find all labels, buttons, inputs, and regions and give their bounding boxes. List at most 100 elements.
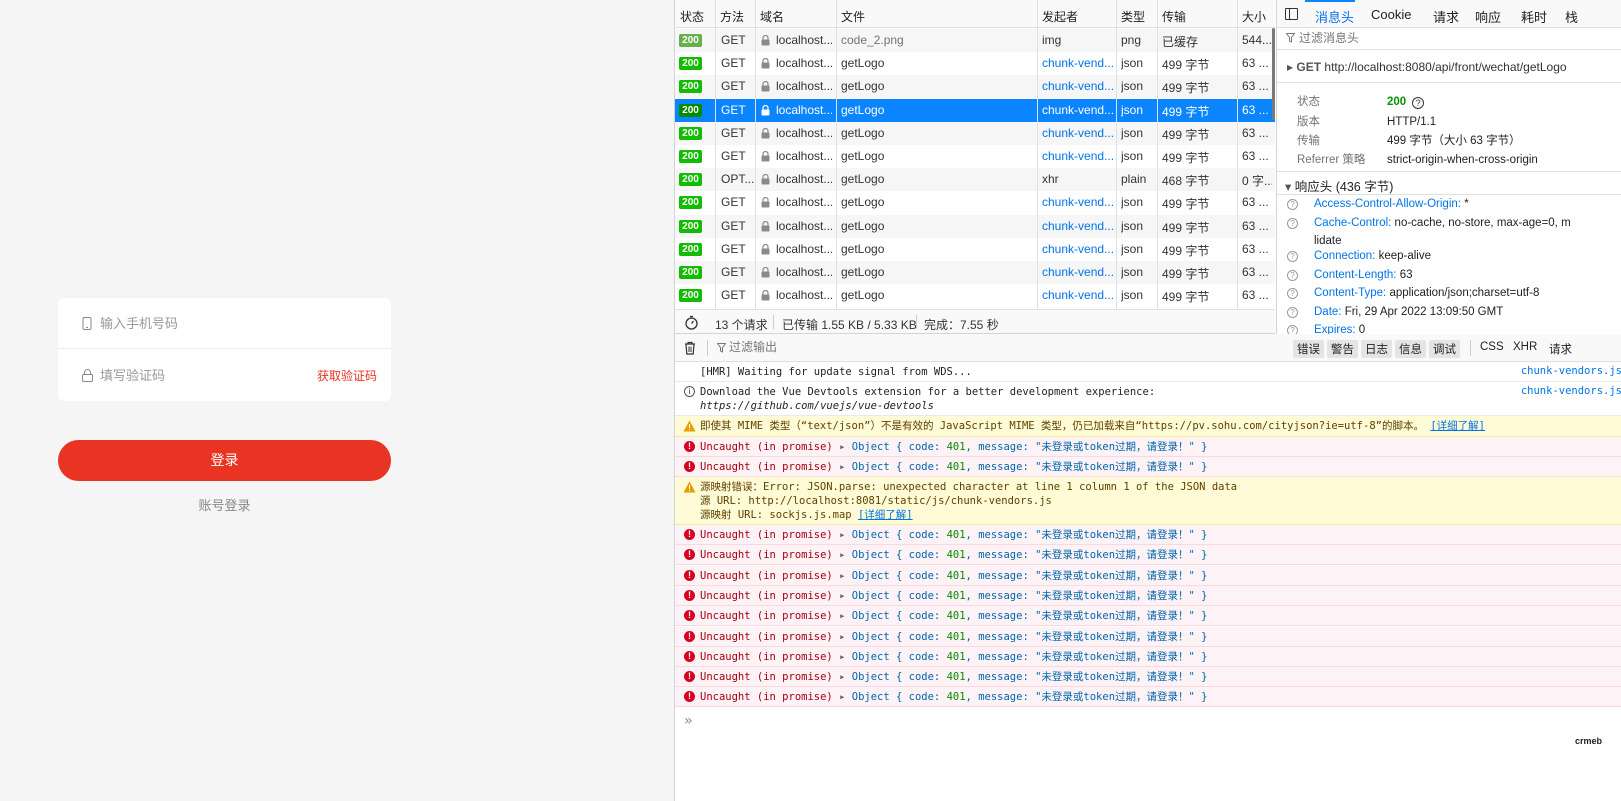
col-header-method[interactable]: 方法 [720, 8, 744, 25]
get-code-button[interactable]: 获取验证码 [317, 367, 377, 384]
level-errors-toggle[interactable]: 错误 [1293, 340, 1324, 358]
table-row[interactable]: 200 GET localhost... getLogo chunk-vend... js… [675, 145, 1275, 168]
info-link[interactable]: https://github.com/vuejs/vue-devtools [700, 399, 1155, 413]
tab-request[interactable]: 请求 [1433, 7, 1459, 26]
expand-arrow-icon[interactable]: ▸ [839, 549, 845, 561]
learn-more-link[interactable]: [详细了解] [858, 509, 913, 521]
object-preview[interactable]: Object { code: 401, message: "未登录或token过… [852, 441, 1208, 453]
phone-input[interactable] [100, 315, 300, 331]
verification-code-input[interactable] [100, 368, 300, 383]
table-row[interactable]: 200 GET localhost... getLogo chunk-vend... js… [675, 121, 1275, 145]
object-preview[interactable]: Object { code: 401, message: "未登录或token过… [852, 631, 1208, 643]
object-preview[interactable]: Object { code: 401, message: "未登录或token过… [852, 610, 1208, 622]
cell-initiator[interactable]: chunk-vend... [1042, 288, 1114, 302]
col-header-transfer[interactable]: 传输 [1162, 8, 1186, 25]
source-link[interactable]: chunk-vendors.js [1521, 385, 1621, 397]
column-divider[interactable] [755, 0, 756, 309]
toggle-panel-icon[interactable] [1285, 8, 1298, 20]
table-row[interactable]: 200 GET localhost... getLogo chunk-vend... js… [675, 75, 1275, 99]
column-divider[interactable] [836, 0, 837, 309]
expand-arrow-icon[interactable]: ▸ [839, 590, 845, 602]
help-icon[interactable]: ? [1412, 97, 1425, 109]
expand-arrow-icon[interactable]: ▸ [839, 570, 845, 582]
tab-headers[interactable]: 消息头 [1315, 7, 1354, 26]
expand-arrow-icon[interactable]: ▸ [839, 461, 845, 473]
expand-arrow-icon[interactable]: ▸ [839, 610, 845, 622]
source-link[interactable]: chunk-vendors.js [1521, 365, 1621, 377]
cell-initiator[interactable]: chunk-vend... [1042, 126, 1114, 140]
help-icon[interactable]: ? [1287, 199, 1298, 210]
expand-arrow-icon[interactable]: ▸ [839, 691, 845, 703]
object-preview[interactable]: Object { code: 401, message: "未登录或token过… [852, 691, 1208, 703]
cell-initiator[interactable]: img [1042, 33, 1114, 47]
object-preview[interactable]: Object { code: 401, message: "未登录或token过… [852, 461, 1208, 473]
account-login-link[interactable]: 账号登录 [58, 495, 391, 514]
table-row[interactable]: 200 GET localhost... getLogo chunk-vend... js… [675, 261, 1275, 284]
col-header-domain[interactable]: 域名 [760, 8, 784, 25]
column-divider[interactable] [1116, 0, 1117, 309]
filter-xhr-toggle[interactable]: XHR [1513, 341, 1537, 353]
col-header-status[interactable]: 状态 [680, 8, 704, 25]
response-headers-toggle[interactable]: ▾ 响应头 (436 字节) [1285, 176, 1393, 195]
trash-icon[interactable] [684, 341, 696, 355]
object-preview[interactable]: Object { code: 401, message: "未登录或token过… [852, 651, 1208, 663]
cell-initiator[interactable]: xhr [1042, 172, 1114, 186]
level-logs-toggle[interactable]: 日志 [1361, 340, 1392, 358]
cell-initiator[interactable]: chunk-vend... [1042, 149, 1114, 163]
cell-initiator[interactable]: chunk-vend... [1042, 103, 1114, 117]
help-icon[interactable]: ? [1287, 288, 1298, 299]
cell-initiator[interactable]: chunk-vend... [1042, 79, 1114, 93]
console-filter-input[interactable] [729, 340, 929, 354]
help-icon[interactable]: ? [1287, 251, 1298, 262]
object-preview[interactable]: Object { code: 401, message: "未登录或token过… [852, 671, 1208, 683]
filter-css-toggle[interactable]: CSS [1480, 341, 1504, 353]
object-preview[interactable]: Object { code: 401, message: "未登录或token过… [852, 590, 1208, 602]
expand-arrow-icon[interactable]: ▸ [839, 529, 845, 541]
expand-arrow-icon[interactable]: ▸ [839, 651, 845, 663]
col-header-size[interactable]: 大小 [1242, 8, 1266, 25]
request-summary-line[interactable]: ▸ GET http://localhost:8080/api/front/we… [1287, 60, 1567, 74]
network-scrollbar[interactable] [1272, 28, 1275, 120]
expand-arrow-icon[interactable]: ▸ [839, 441, 845, 453]
level-info-toggle[interactable]: 信息 [1395, 340, 1426, 358]
level-debug-toggle[interactable]: 调试 [1429, 340, 1460, 358]
help-icon[interactable]: ? [1287, 325, 1298, 334]
cell-initiator[interactable]: chunk-vend... [1042, 219, 1114, 233]
table-row[interactable]: 200 GET localhost... getLogo chunk-vend... js… [675, 214, 1275, 238]
help-icon[interactable]: ? [1287, 218, 1298, 229]
col-header-type[interactable]: 类型 [1121, 8, 1145, 25]
cell-initiator[interactable]: chunk-vend... [1042, 265, 1114, 279]
column-divider[interactable] [1157, 0, 1158, 309]
table-row[interactable]: 200 GET localhost... getLogo chunk-vend... js… [675, 284, 1275, 307]
tab-timings[interactable]: 耗时 [1521, 7, 1547, 26]
collapse-arrow-icon[interactable]: ▾ [1285, 180, 1291, 194]
tab-stack[interactable]: 栈 [1565, 7, 1578, 26]
cell-initiator[interactable]: chunk-vend... [1042, 56, 1114, 70]
col-header-initiator[interactable]: 发起者 [1042, 8, 1078, 25]
console-input-prompt[interactable]: » [684, 713, 692, 729]
table-row[interactable]: 200 OPT... localhost... getLogo xhr plain 468 … [675, 168, 1275, 192]
column-divider[interactable] [1037, 0, 1038, 309]
cell-initiator[interactable]: chunk-vend... [1042, 242, 1114, 256]
cell-initiator[interactable]: chunk-vend... [1042, 195, 1114, 209]
learn-more-link[interactable]: [详细了解] [1430, 420, 1485, 432]
table-row[interactable]: 200 GET localhost... getLogo chunk-vend... js… [675, 238, 1275, 261]
table-row[interactable]: 200 GET localhost... getLogo chunk-vend... js… [675, 52, 1275, 75]
column-divider[interactable] [1237, 0, 1238, 309]
expand-arrow-icon[interactable]: ▸ [1287, 60, 1293, 74]
expand-arrow-icon[interactable]: ▸ [839, 631, 845, 643]
expand-arrow-icon[interactable]: ▸ [839, 671, 845, 683]
help-icon[interactable]: ? [1287, 270, 1298, 281]
table-row[interactable]: 200 GET localhost... code_2.png img png 已缓存 544… [675, 29, 1275, 52]
tab-cookie[interactable]: Cookie [1371, 7, 1411, 22]
level-warnings-toggle[interactable]: 警告 [1327, 340, 1358, 358]
table-row[interactable]: 200 GET localhost... getLogo chunk-vend... js… [675, 98, 1275, 122]
col-header-file[interactable]: 文件 [841, 8, 865, 25]
object-preview[interactable]: Object { code: 401, message: "未登录或token过… [852, 529, 1208, 541]
table-row[interactable]: 200 GET localhost... getLogo chunk-vend... js… [675, 191, 1275, 214]
tab-response[interactable]: 响应 [1475, 7, 1501, 26]
filter-headers-input[interactable] [1299, 31, 1599, 45]
filter-requests-toggle[interactable]: 请求 [1549, 341, 1572, 357]
login-button[interactable]: 登录 [58, 440, 391, 481]
object-preview[interactable]: Object { code: 401, message: "未登录或token过… [852, 549, 1208, 561]
